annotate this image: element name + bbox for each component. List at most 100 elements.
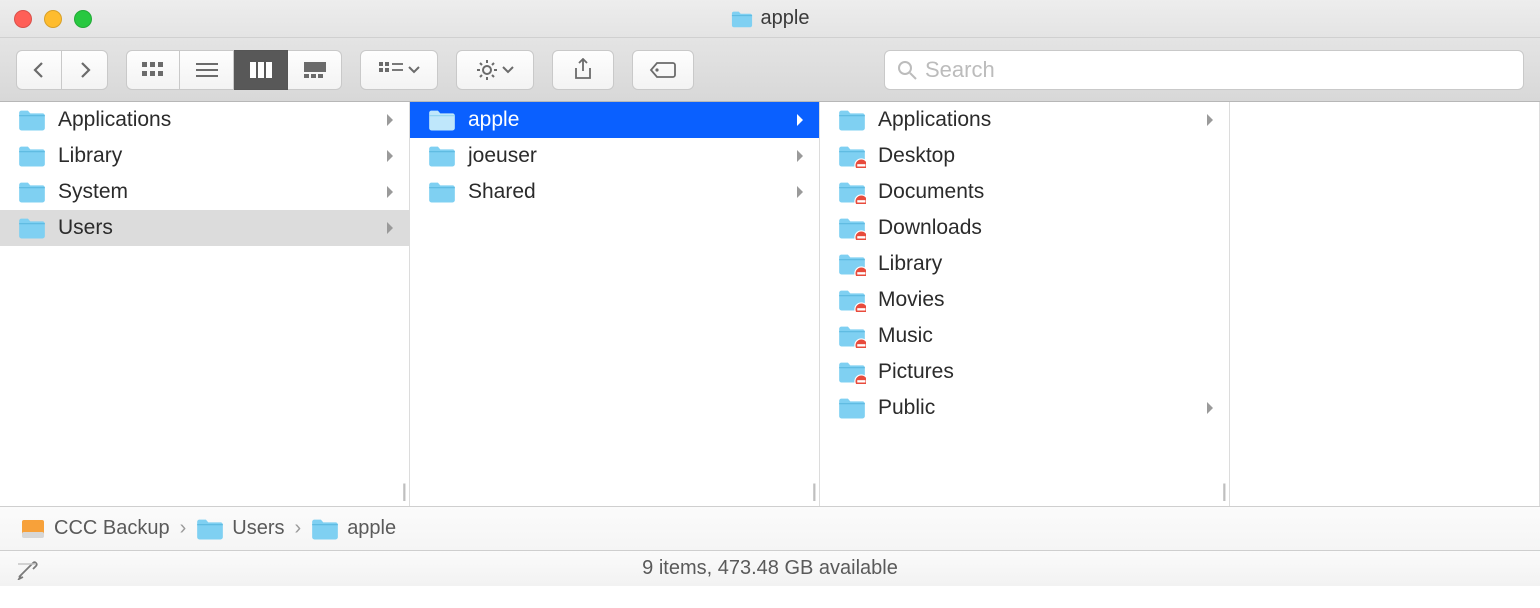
path-separator-icon: › <box>180 517 187 540</box>
list-item[interactable]: Desktop <box>820 138 1229 174</box>
list-item[interactable]: Applications <box>0 102 409 138</box>
item-label: System <box>58 180 128 204</box>
column-resize-handle[interactable]: || <box>812 481 813 502</box>
item-label: Public <box>878 396 935 420</box>
folder-icon <box>428 180 456 204</box>
path-segment[interactable]: apple <box>311 517 396 541</box>
disclosure-arrow <box>1205 113 1215 127</box>
close-window-button[interactable] <box>14 10 32 28</box>
folder-icon <box>838 144 866 168</box>
list-item[interactable]: Pictures <box>820 354 1229 390</box>
item-label: apple <box>468 108 519 132</box>
share-icon <box>573 58 593 82</box>
list-item[interactable]: Users <box>0 210 409 246</box>
list-item[interactable]: Downloads <box>820 210 1229 246</box>
chevron-right-icon <box>795 185 805 199</box>
share-button[interactable] <box>552 50 614 90</box>
minimize-window-button[interactable] <box>44 10 62 28</box>
view-mode-group <box>126 50 342 90</box>
list-item[interactable]: Library <box>0 138 409 174</box>
customize-toolbar-icon[interactable] <box>16 558 38 580</box>
nav-group <box>16 50 108 90</box>
list-item[interactable]: joeuser <box>410 138 819 174</box>
list-item[interactable]: Applications <box>820 102 1229 138</box>
disclosure-arrow <box>795 113 805 127</box>
item-label: Documents <box>878 180 984 204</box>
list-item[interactable]: Shared <box>410 174 819 210</box>
path-segment-label: Users <box>232 517 284 540</box>
tags-button[interactable] <box>632 50 694 90</box>
arrange-button[interactable] <box>360 50 438 90</box>
chevron-right-icon <box>385 113 395 127</box>
disclosure-arrow <box>385 185 395 199</box>
titlebar: apple <box>0 0 1540 38</box>
chevron-right-icon <box>1205 401 1215 415</box>
folder-icon <box>838 396 866 420</box>
column-resize-handle[interactable]: || <box>402 481 403 502</box>
folder-icon <box>428 144 456 168</box>
toolbar <box>0 38 1540 102</box>
disk-icon <box>20 518 46 540</box>
list-item[interactable]: Library <box>820 246 1229 282</box>
chevron-right-icon <box>385 185 395 199</box>
gear-icon <box>476 59 498 81</box>
column-resize-handle[interactable]: || <box>1222 481 1223 502</box>
folder-icon <box>838 180 866 204</box>
back-button[interactable] <box>16 50 62 90</box>
gallery-view-button[interactable] <box>288 50 342 90</box>
item-label: Library <box>878 252 942 276</box>
item-label: Downloads <box>878 216 982 240</box>
list-item[interactable]: Documents <box>820 174 1229 210</box>
item-label: Music <box>878 324 933 348</box>
disclosure-arrow <box>385 113 395 127</box>
item-label: Library <box>58 144 122 168</box>
folder-icon <box>311 517 339 541</box>
action-button[interactable] <box>456 50 534 90</box>
chevron-right-icon <box>78 61 92 79</box>
column-3[interactable]: ApplicationsDesktop Documents Downloads Lib… <box>820 102 1230 506</box>
item-label: Pictures <box>878 360 954 384</box>
chevron-right-icon <box>795 113 805 127</box>
list-view-button[interactable] <box>180 50 234 90</box>
folder-icon <box>838 324 866 348</box>
chevron-right-icon <box>385 149 395 163</box>
zoom-window-button[interactable] <box>74 10 92 28</box>
folder-icon <box>731 9 753 29</box>
list-item[interactable]: Music <box>820 318 1229 354</box>
path-segment[interactable]: Users <box>196 517 284 541</box>
list-item[interactable]: Movies <box>820 282 1229 318</box>
list-item[interactable]: System <box>0 174 409 210</box>
folder-icon <box>838 360 866 384</box>
path-segment[interactable]: CCC Backup <box>20 517 170 540</box>
folder-icon <box>18 216 46 240</box>
list-item[interactable]: apple <box>410 102 819 138</box>
column-2[interactable]: apple joeuserShared || <box>410 102 820 506</box>
path-segment-label: apple <box>347 517 396 540</box>
item-label: Applications <box>58 108 171 132</box>
window-title-text: apple <box>761 7 810 30</box>
forward-button[interactable] <box>62 50 108 90</box>
search-field[interactable] <box>884 50 1524 90</box>
folder-icon <box>18 180 46 204</box>
window-title: apple <box>731 7 810 30</box>
list-item[interactable]: Public <box>820 390 1229 426</box>
column-view-button[interactable] <box>234 50 288 90</box>
folder-icon <box>18 108 46 132</box>
window-controls <box>14 10 92 28</box>
folder-icon <box>838 216 866 240</box>
chevron-left-icon <box>32 61 46 79</box>
folder-icon <box>196 517 224 541</box>
arrange-icon <box>378 61 404 79</box>
status-text: 9 items, 473.48 GB available <box>642 557 898 580</box>
path-bar: CCC Backup›Users›apple <box>0 506 1540 550</box>
folder-icon <box>18 144 46 168</box>
disclosure-arrow <box>795 185 805 199</box>
column-preview <box>1230 102 1540 506</box>
chevron-down-icon <box>502 66 514 74</box>
gallery-icon <box>303 61 327 79</box>
folder-icon <box>838 252 866 276</box>
chevron-down-icon <box>408 66 420 74</box>
column-1[interactable]: Applications Library System Users || <box>0 102 410 506</box>
icon-view-button[interactable] <box>126 50 180 90</box>
search-input[interactable] <box>925 57 1511 83</box>
